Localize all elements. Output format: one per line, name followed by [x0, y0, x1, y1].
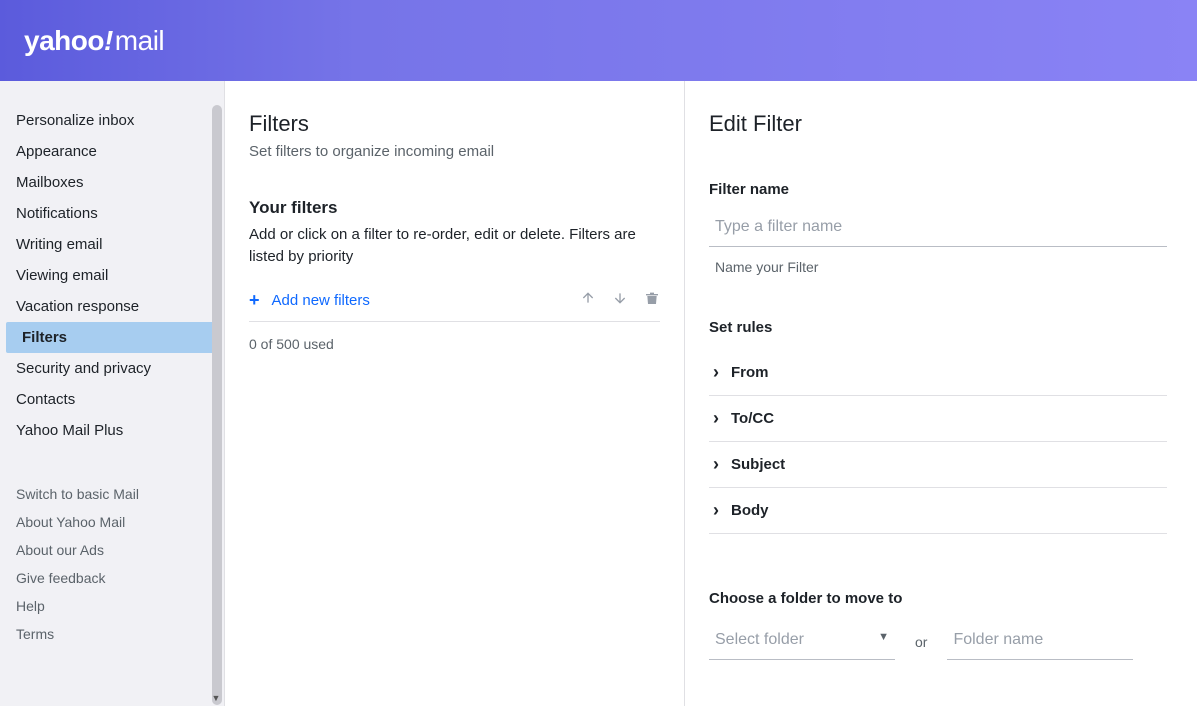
- logo-bang: !: [104, 25, 113, 56]
- app-header: yahoo!mail: [0, 0, 1197, 81]
- choose-folder-label: Choose a folder to move to: [709, 590, 1167, 607]
- filter-name-label: Filter name: [709, 181, 1167, 198]
- scrollbar-down-icon[interactable]: ▼: [210, 692, 222, 704]
- move-up-icon[interactable]: [580, 290, 596, 311]
- primary-nav: Personalize inboxAppearanceMailboxesNoti…: [0, 105, 224, 446]
- sidebar-item-contacts[interactable]: Contacts: [0, 384, 224, 415]
- sidebar-item-personalize-inbox[interactable]: Personalize inbox: [0, 105, 224, 136]
- move-down-icon[interactable]: [612, 290, 628, 311]
- sidebar-item-appearance[interactable]: Appearance: [0, 136, 224, 167]
- chevron-right-icon: ›: [713, 454, 719, 475]
- sidebar-item-yahoo-mail-plus[interactable]: Yahoo Mail Plus: [0, 415, 224, 446]
- chevron-right-icon: ›: [713, 362, 719, 383]
- sidebar-link-give-feedback[interactable]: Give feedback: [0, 564, 224, 592]
- yahoo-mail-logo: yahoo!mail: [24, 25, 164, 57]
- your-filters-heading: Your filters: [249, 198, 660, 218]
- trash-icon[interactable]: [644, 290, 660, 311]
- rule-to-cc[interactable]: › To/CC: [709, 396, 1167, 442]
- rule-label: Subject: [731, 456, 785, 473]
- sidebar-link-about-our-ads[interactable]: About our Ads: [0, 536, 224, 564]
- sidebar-link-about-yahoo-mail[interactable]: About Yahoo Mail: [0, 508, 224, 536]
- sidebar-item-mailboxes[interactable]: Mailboxes: [0, 167, 224, 198]
- sidebar-item-vacation-response[interactable]: Vacation response: [0, 291, 224, 322]
- sidebar-item-security-and-privacy[interactable]: Security and privacy: [0, 353, 224, 384]
- rule-subject[interactable]: › Subject: [709, 442, 1167, 488]
- sidebar-link-switch-to-basic-mail[interactable]: Switch to basic Mail: [0, 480, 224, 508]
- sidebar-link-terms[interactable]: Terms: [0, 620, 224, 648]
- set-rules-label: Set rules: [709, 319, 1167, 336]
- select-folder-display[interactable]: [709, 625, 895, 660]
- filter-name-hint: Name your Filter: [709, 259, 1167, 275]
- rule-from[interactable]: › From: [709, 350, 1167, 396]
- sidebar-item-writing-email[interactable]: Writing email: [0, 229, 224, 260]
- rules-list: › From › To/CC › Subject › Body: [709, 350, 1167, 534]
- settings-sidebar: Personalize inboxAppearanceMailboxesNoti…: [0, 81, 225, 706]
- folder-name-input[interactable]: [947, 625, 1133, 660]
- rule-label: To/CC: [731, 410, 774, 427]
- your-filters-desc: Add or click on a filter to re-order, ed…: [249, 224, 660, 268]
- add-new-filters-label: Add new filters: [272, 292, 370, 309]
- sidebar-item-notifications[interactable]: Notifications: [0, 198, 224, 229]
- edit-filter-panel: Edit Filter Filter name Name your Filter…: [685, 81, 1197, 706]
- filters-panel: Filters Set filters to organize incoming…: [225, 81, 685, 706]
- chevron-right-icon: ›: [713, 500, 719, 521]
- sidebar-item-filters[interactable]: Filters: [6, 322, 220, 353]
- secondary-nav: Switch to basic MailAbout Yahoo MailAbou…: [0, 480, 224, 648]
- filters-title: Filters: [249, 111, 660, 137]
- filter-name-input[interactable]: [709, 212, 1167, 247]
- rule-body[interactable]: › Body: [709, 488, 1167, 534]
- filters-subtitle: Set filters to organize incoming email: [249, 143, 660, 160]
- rule-label: Body: [731, 502, 769, 519]
- or-separator: or: [915, 634, 927, 660]
- add-new-filters-button[interactable]: + Add new filters: [249, 290, 370, 311]
- edit-filter-title: Edit Filter: [709, 111, 1167, 137]
- rule-label: From: [731, 364, 769, 381]
- sidebar-link-help[interactable]: Help: [0, 592, 224, 620]
- logo-product: mail: [115, 25, 164, 56]
- scrollbar-thumb[interactable]: [212, 105, 222, 705]
- logo-brand: yahoo: [24, 25, 104, 56]
- filters-used-count: 0 of 500 used: [249, 336, 660, 352]
- chevron-right-icon: ›: [713, 408, 719, 429]
- sidebar-item-viewing-email[interactable]: Viewing email: [0, 260, 224, 291]
- select-folder-dropdown[interactable]: ▼: [709, 625, 895, 660]
- plus-icon: +: [249, 290, 260, 311]
